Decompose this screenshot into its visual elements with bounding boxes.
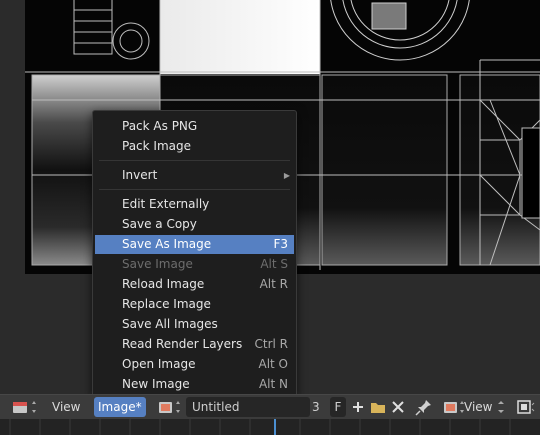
menu-item-label: Edit Externally	[122, 197, 210, 211]
plus-icon	[353, 402, 363, 412]
submenu-arrow-icon: ▶	[283, 171, 290, 180]
pin-icon	[415, 400, 431, 416]
menu-item-open-image[interactable]: Open Image Alt O	[95, 355, 294, 374]
pin-button[interactable]	[414, 397, 434, 417]
menu-item-label: Pack Image	[122, 139, 191, 153]
menu-item-pack-image[interactable]: Pack Image	[95, 137, 294, 156]
menu-item-replace-image[interactable]: Replace Image	[95, 295, 294, 314]
timeline-ticks	[9, 419, 511, 435]
menu-item-label: Save As Image	[122, 237, 212, 251]
menu-separator	[99, 160, 290, 161]
image-browse-button[interactable]	[155, 397, 183, 417]
menu-item-shortcut: Alt O	[258, 357, 288, 371]
new-image-button[interactable]	[350, 397, 366, 417]
menu-item-label: Save All Images	[122, 317, 218, 331]
menu-item-save-all-images[interactable]: Save All Images	[95, 315, 294, 334]
menu-item-label: New Image	[122, 377, 190, 391]
menu-item-save-a-copy[interactable]: Save a Copy	[95, 215, 294, 234]
menu-item-save-as-image[interactable]: Save As Image F3	[95, 235, 294, 254]
image-editor-icon	[13, 401, 36, 413]
menu-item-edit-externally[interactable]: Edit Externally	[95, 195, 294, 214]
up-down-arrows-icon	[498, 401, 504, 413]
x-icon	[392, 401, 404, 413]
editor-type-selector[interactable]	[8, 397, 38, 417]
menu-item-shortcut: Alt R	[259, 277, 288, 291]
display-channels-button[interactable]	[440, 397, 466, 417]
image-menu[interactable]: Image*	[94, 397, 146, 417]
image-name-field[interactable]: Untitled	[186, 397, 310, 417]
menu-item-invert[interactable]: Invert ▶	[95, 166, 294, 185]
menu-item-save-image[interactable]: Save Image Alt S	[95, 255, 294, 274]
menu-item-label: Replace Image	[122, 297, 211, 311]
image-menu-dropdown: Pack As PNG Pack Image Invert ▶ Edit Ext…	[92, 110, 297, 398]
menu-item-label: Invert	[122, 168, 158, 182]
menu-item-label: Reload Image	[122, 277, 205, 291]
unlink-image-button[interactable]	[390, 397, 406, 417]
menu-item-new-image[interactable]: New Image Alt N	[95, 375, 294, 394]
open-image-button[interactable]	[369, 397, 387, 417]
menu-item-shortcut: F3	[273, 237, 288, 251]
menu-separator	[99, 189, 290, 190]
view-menu-2[interactable]: View	[464, 397, 492, 417]
menu-item-pack-as-png[interactable]: Pack As PNG	[95, 117, 294, 136]
menu-item-shortcut: Alt S	[260, 257, 288, 271]
menu-item-label: Read Render Layers	[122, 337, 243, 351]
menu-item-reload-image[interactable]: Reload Image Alt R	[95, 275, 294, 294]
menu-item-shortcut: Alt N	[258, 377, 288, 391]
frame-view-button[interactable]	[514, 397, 536, 417]
menu-item-label: Pack As PNG	[122, 119, 198, 133]
frame-icon	[517, 400, 535, 414]
fake-user-toggle[interactable]: F	[330, 397, 346, 417]
folder-icon	[371, 403, 385, 413]
menu-item-read-render-layers[interactable]: Read Render Layers Ctrl R	[95, 335, 294, 354]
menu-item-label: Save Image	[122, 257, 193, 271]
timeline-playhead[interactable]	[274, 419, 276, 435]
image-editor-header: View Image* Untitled 3 F View	[0, 394, 540, 419]
users-count: 3	[312, 400, 320, 414]
timeline-strip[interactable]	[0, 419, 540, 435]
menu-item-shortcut: Ctrl R	[254, 337, 288, 351]
menu-item-label: Save a Copy	[122, 217, 197, 231]
menu-item-label: Open Image	[122, 357, 196, 371]
view-menu[interactable]: View	[52, 397, 80, 417]
display-icon	[444, 401, 464, 413]
image-browse-icon	[159, 401, 180, 413]
view-dropdown-arrows[interactable]	[496, 397, 506, 417]
